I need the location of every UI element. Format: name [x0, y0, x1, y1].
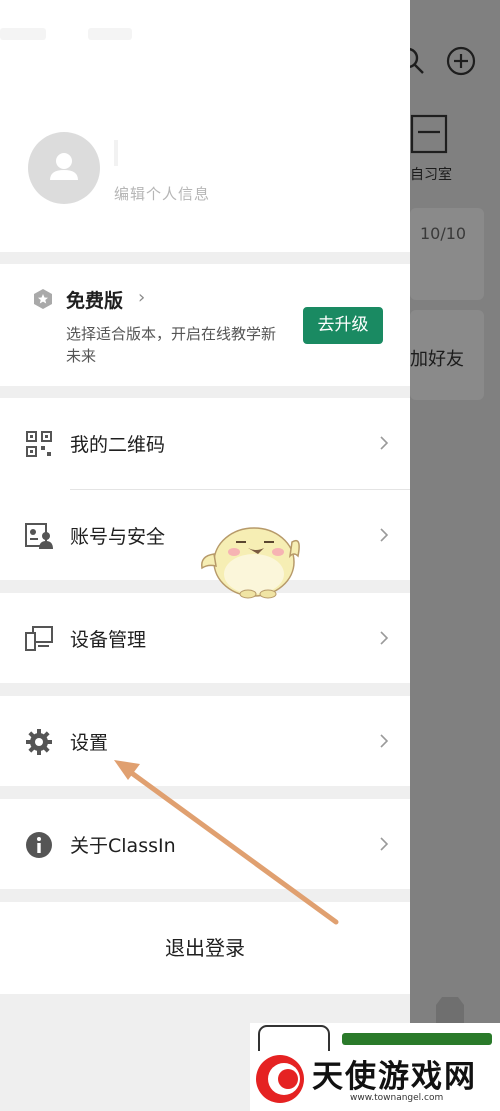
logout-button[interactable]: 退出登录	[0, 932, 410, 961]
info-icon	[26, 832, 52, 858]
brand-banner-icon	[342, 1033, 492, 1045]
menu-label-device-management: 设备管理	[70, 629, 147, 651]
chevron-right-icon	[380, 631, 389, 645]
plan-description: 选择适合版本，开启在线教学新未来	[66, 325, 277, 365]
menu-item-device-management[interactable]: 设备管理	[0, 593, 410, 683]
hexagon-star-icon	[34, 289, 52, 309]
profile-section[interactable]: 编辑个人信息	[0, 0, 410, 252]
qr-code-icon	[26, 431, 52, 457]
chevron-right-icon	[380, 734, 389, 748]
study-room-icon	[410, 114, 448, 154]
brand-logo-icon	[256, 1055, 304, 1103]
menu-item-qr-code[interactable]: 我的二维码	[0, 398, 410, 488]
mascot-sticker	[201, 527, 300, 599]
menu-item-settings[interactable]: 设置	[0, 696, 410, 786]
status-bar-ghost	[88, 28, 132, 40]
chevron-right-icon	[380, 436, 389, 450]
upgrade-button[interactable]: 去升级	[303, 307, 383, 344]
status-bar-ghost	[0, 28, 46, 40]
add-icon	[446, 46, 476, 76]
plan-title[interactable]: 免费版	[66, 286, 123, 313]
brand-url: www.townangel.com	[350, 1093, 444, 1103]
edit-profile-link[interactable]: 编辑个人信息	[114, 183, 210, 204]
brand-name: 天使游戏网	[312, 1059, 477, 1095]
menu-label-settings: 设置	[70, 732, 109, 754]
gear-icon	[26, 729, 52, 755]
menu-item-about[interactable]: 关于ClassIn	[0, 799, 410, 889]
menu-label-account-security: 账号与安全	[70, 526, 166, 548]
user-icon	[50, 153, 78, 180]
account-security-icon	[25, 523, 53, 549]
add-friend-label: 加好友	[410, 349, 464, 370]
avatar[interactable]	[28, 132, 100, 204]
chevron-right-icon	[380, 837, 389, 851]
chevron-right-icon	[380, 528, 389, 542]
brand-sticker-icon	[258, 1025, 330, 1051]
progress-card	[410, 208, 484, 300]
menu-label-qr-code: 我的二维码	[70, 434, 166, 456]
progress-value: 10/10	[420, 224, 467, 243]
menu-label-about: 关于ClassIn	[70, 835, 176, 857]
user-name	[114, 140, 118, 166]
chevron-right-icon[interactable]: ›	[138, 287, 145, 308]
devices-icon	[25, 626, 53, 651]
study-room-label: 自习室	[410, 167, 452, 183]
